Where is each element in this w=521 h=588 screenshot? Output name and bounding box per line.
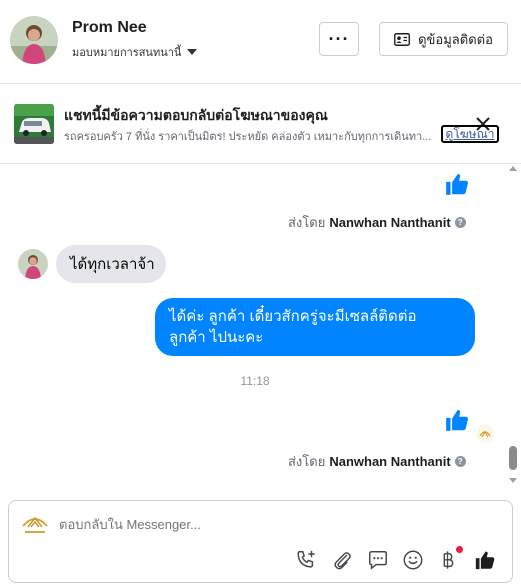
seen-by-avatar [476,425,494,443]
saved-reply-icon[interactable] [367,549,389,571]
sender-name: Nanwhan Nanthanit [329,454,451,469]
notification-dot [456,546,463,553]
incoming-message-bubble[interactable]: ได้ทุกเวลาจ้า [56,245,166,283]
sent-by-prefix: ส่งโดย [288,215,326,230]
emoji-icon[interactable] [402,549,424,571]
sender-avatar[interactable] [18,249,48,279]
assign-label: มอบหมายการสนทนานี้ [72,47,182,59]
thread-scrollbar[interactable] [507,164,519,490]
assign-conversation-dropdown[interactable]: มอบหมายการสนทนานี้ [72,43,198,61]
thumbs-up-icon [446,174,468,195]
more-options-button[interactable]: ··· [319,22,359,56]
ad-thumbnail[interactable] [14,104,54,144]
attachment-icon[interactable] [331,549,353,571]
outgoing-message-line: ได้ค่ะ ลูกค้า เดี๋ยวสักครู่จะมีเซลล์ติดต… [169,308,417,325]
sender-name: Nanwhan Nanthanit [329,215,451,230]
view-contact-label: ดูข้อมูลติดต่อ [418,31,493,47]
scroll-down-arrow[interactable] [509,478,517,483]
thumbs-up-icon[interactable] [474,549,496,571]
help-icon[interactable]: ? [454,456,466,467]
caret-down-icon [187,49,198,55]
sent-by-prefix: ส่งโดย [288,454,326,469]
contact-avatar[interactable] [10,16,58,64]
ad-banner-title: แชทนี้มีข้อความตอบกลับต่อโฆษณาของคุณ [64,107,328,123]
sent-by-label: ส่งโดย Nanwhan Nanthanit ? [288,212,466,233]
view-ad-link[interactable]: ดูโฆษณา [441,125,499,143]
baht-payment-icon[interactable] [437,549,459,571]
sent-by-label: ส่งโดย Nanwhan Nanthanit ? [288,451,466,472]
phone-add-icon[interactable] [295,549,317,571]
scroll-up-arrow[interactable] [509,166,517,171]
outgoing-message-bubble[interactable]: ได้ค่ะ ลูกค้า เดี๋ยวสักครู่จะมีเซลล์ติดต… [155,298,475,356]
thumbs-up-icon [446,410,468,431]
view-contact-button[interactable]: ดูข้อมูลติดต่อ [379,22,508,56]
contact-card-icon [394,32,411,46]
conversation-header: Prom Nee มอบหมายการสนทนานี้ ··· ดูข้อมูล… [0,0,521,84]
help-icon[interactable]: ? [454,217,466,228]
scroll-thumb[interactable] [509,446,517,470]
reply-composer[interactable] [8,500,513,583]
message-timestamp: 11:18 [240,374,270,388]
ad-description: รถครอบครัว 7 ที่นั่ง ราคาเป็นมิตร! ประหย… [64,131,432,143]
outgoing-message-line: ลูกค้า ไปนะคะ [169,329,264,346]
contact-name: Prom Nee [72,19,147,36]
page-logo-avatar [22,516,48,533]
ad-reply-banner: แชทนี้มีข้อความตอบกลับต่อโฆษณาของคุณ รถค… [0,84,521,164]
more-icon: ··· [328,29,350,49]
reply-input[interactable] [59,517,489,532]
